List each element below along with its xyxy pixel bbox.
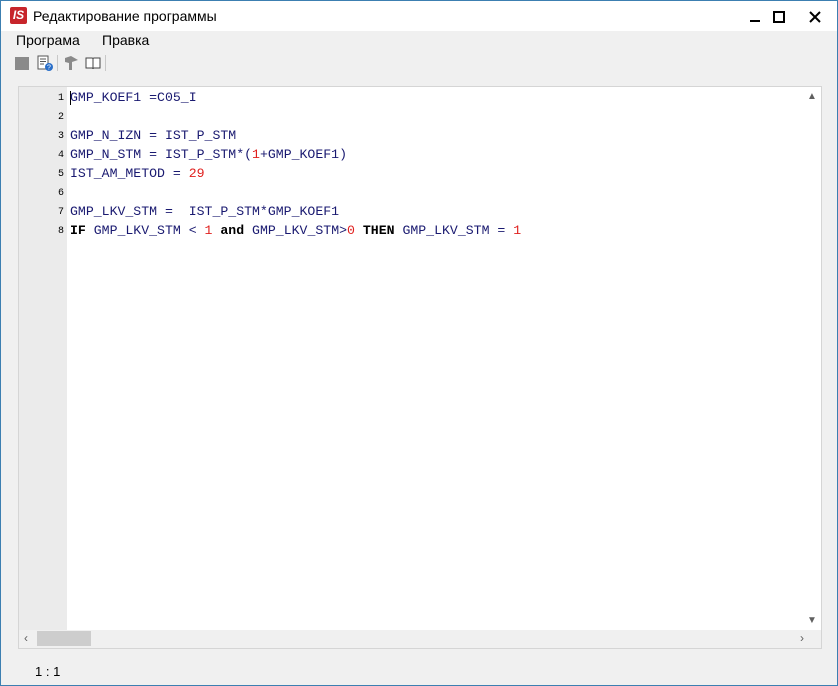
number-literal: 29 (188, 166, 205, 181)
toolbar-separator (57, 55, 58, 71)
keyword: THEN (362, 223, 395, 238)
menu-bar: Програма Правка (1, 31, 837, 51)
close-button[interactable] (795, 1, 835, 31)
code-line: GMP_N_STM = IST_P_STM*(1+GMP_KOEF1) (70, 147, 347, 162)
code-line: GMP_KOEF1 =C05_I (70, 90, 197, 105)
close-icon (809, 11, 821, 24)
book-button[interactable] (84, 54, 102, 72)
maximize-icon (773, 11, 785, 24)
scroll-down-icon[interactable]: ▼ (807, 615, 817, 626)
pointer-button[interactable] (62, 54, 80, 72)
line-number: 8 (57, 226, 64, 237)
menu-edit[interactable]: Правка (102, 32, 149, 48)
code-line: IF GMP_LKV_STM < 1 and GMP_LKV_STM>0 THE… (70, 223, 521, 238)
menu-program[interactable]: Програма (16, 32, 80, 48)
scroll-left-icon[interactable]: ‹ (24, 631, 28, 645)
identifier: IST_AM_METOD = (70, 166, 189, 181)
keyword: and (220, 223, 245, 238)
document-help-icon: ? (37, 55, 53, 72)
code-line: GMP_LKV_STM = IST_P_STM*GMP_KOEF1 (70, 204, 339, 219)
line-number: 3 (57, 131, 64, 142)
line-number-gutter: 1 2 3 4 5 6 7 8 (19, 87, 67, 630)
book-icon (85, 57, 101, 70)
minimize-icon (750, 20, 760, 23)
identifier: GMP_LKV_STM = (394, 223, 514, 238)
title-bar: IS Редактирование программы (1, 1, 837, 31)
vertical-scrollbar[interactable]: ▲ ▼ (803, 87, 821, 630)
stop-button[interactable] (13, 54, 31, 72)
toolbar-separator (105, 55, 106, 71)
number-literal: 1 (252, 147, 260, 162)
identifier: +GMP_KOEF1) (259, 147, 348, 162)
line-number: 1 (57, 93, 64, 104)
code-line: IST_AM_METOD = 29 (70, 166, 205, 181)
app-logo-icon: IS (10, 7, 27, 24)
stop-icon (15, 57, 29, 70)
identifier: GMP_LKV_STM = IST_P_STM*GMP_KOEF1 (70, 204, 340, 219)
number-literal: 0 (347, 223, 355, 238)
identifier: GMP_LKV_STM < (85, 223, 205, 238)
line-number: 6 (57, 188, 64, 199)
code-editor[interactable]: 1 2 3 4 5 6 7 8 GMP_KOEF1 =C05_I GMP_N_IZN = IST… (18, 86, 822, 649)
code-line: GMP_N_IZN = IST_P_STM (70, 128, 236, 143)
identifier: GMP_LKV_STM> (244, 223, 348, 238)
toolbar: ? (1, 51, 837, 75)
maximize-button[interactable] (765, 1, 793, 31)
identifier: GMP_N_STM = IST_P_STM*( (70, 147, 253, 162)
identifier: GMP_KOEF1 =C05_I (70, 90, 197, 105)
scroll-up-icon[interactable]: ▲ (807, 91, 817, 102)
status-bar: 1 : 1 (1, 661, 837, 685)
svg-text:?: ? (47, 65, 51, 72)
number-literal: 1 (513, 223, 522, 238)
line-number: 7 (57, 207, 64, 218)
line-number: 4 (57, 150, 64, 161)
window-title: Редактирование программы (33, 8, 217, 24)
identifier: GMP_N_IZN = IST_P_STM (70, 128, 237, 143)
horizontal-scroll-thumb[interactable] (37, 631, 91, 646)
horizontal-scrollbar[interactable]: ‹ › (19, 630, 821, 648)
keyword: IF (70, 223, 86, 238)
code-text-area[interactable]: GMP_KOEF1 =C05_I GMP_N_IZN = IST_P_STM GMP… (67, 87, 821, 630)
line-number: 5 (57, 169, 64, 180)
identifier (355, 223, 363, 238)
document-help-button[interactable]: ? (36, 54, 54, 72)
cursor-position: 1 : 1 (35, 664, 61, 679)
scroll-right-icon[interactable]: › (800, 631, 804, 645)
line-number: 2 (57, 112, 64, 123)
program-editor-window: IS Редактирование программы Програма Пра… (0, 0, 838, 686)
pointer-icon (65, 56, 78, 70)
